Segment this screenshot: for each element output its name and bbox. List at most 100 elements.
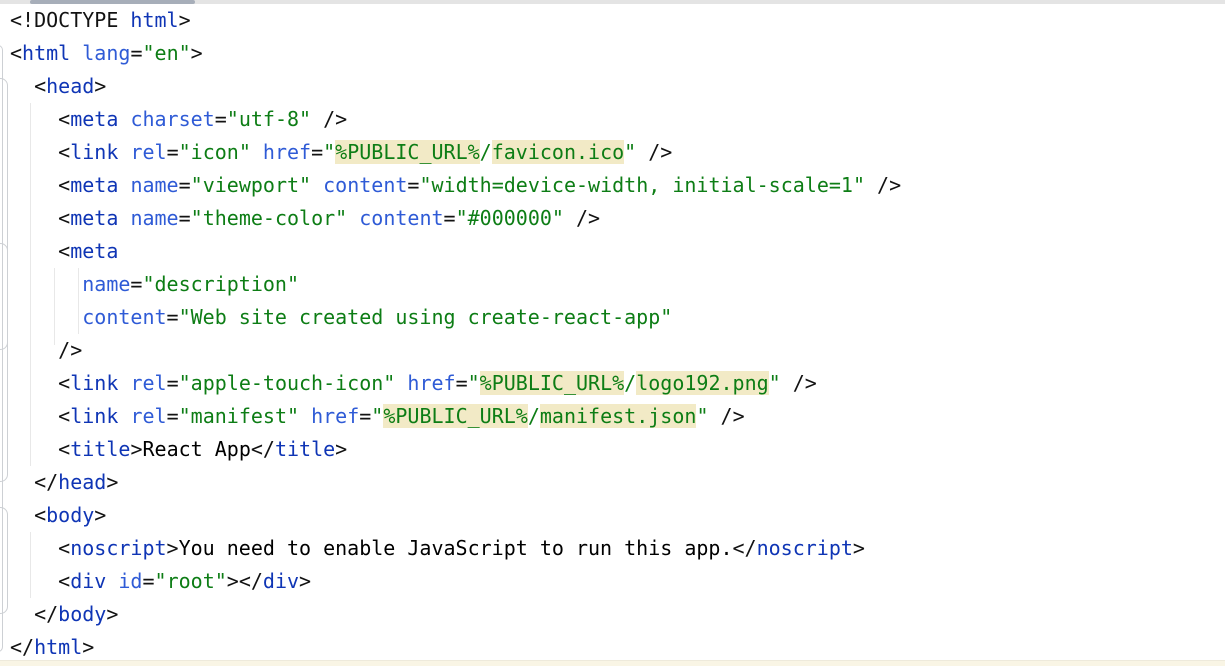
code-line-4[interactable]: <meta charset="utf-8" /> <box>0 103 1225 136</box>
code-token <box>118 140 130 164</box>
code-token <box>118 107 130 131</box>
code-token: = <box>142 569 154 593</box>
code-token <box>106 569 118 593</box>
code-token: ></ <box>227 569 263 593</box>
code-line-10[interactable]: content="Web site created using create-r… <box>0 301 1225 334</box>
code-token: content <box>323 173 407 197</box>
code-token <box>70 41 82 65</box>
code-token: "apple-touch-icon" <box>179 371 396 395</box>
code-token: title <box>70 437 130 461</box>
code-token: > <box>179 8 191 32</box>
code-token: </ <box>732 536 756 560</box>
code-token: < <box>10 206 70 230</box>
code-token: body <box>58 602 106 626</box>
code-line-11[interactable]: /> <box>0 334 1225 367</box>
code-line-8[interactable]: <meta <box>0 235 1225 268</box>
code-token: link <box>70 404 118 428</box>
code-token: = <box>130 272 142 296</box>
code-line-17[interactable]: <noscript>You need to enable JavaScript … <box>0 532 1225 565</box>
code-token: / <box>624 371 636 395</box>
code-line-16[interactable]: <body> <box>0 499 1225 532</box>
code-token: > <box>94 503 106 527</box>
code-token: "root" <box>155 569 227 593</box>
code-token: = <box>456 371 468 395</box>
fold-region-marker-body[interactable] <box>0 507 8 614</box>
code-token <box>10 305 82 329</box>
code-token: rel <box>130 404 166 428</box>
code-token: meta <box>70 239 118 263</box>
code-token: "manifest" <box>179 404 299 428</box>
code-token: href <box>407 371 455 395</box>
indent-guide <box>78 268 79 334</box>
code-line-7[interactable]: <meta name="theme-color" content="#00000… <box>0 202 1225 235</box>
code-token: html <box>34 635 82 659</box>
code-token <box>395 371 407 395</box>
code-line-14[interactable]: <title>React App</title> <box>0 433 1225 466</box>
code-token <box>347 206 359 230</box>
horizontal-scrollbar-thumb[interactable] <box>30 0 195 4</box>
code-line-5[interactable]: <link rel="icon" href="%PUBLIC_URL%/favi… <box>0 136 1225 169</box>
code-token: = <box>359 404 371 428</box>
code-token: /> <box>564 206 600 230</box>
code-token: = <box>215 107 227 131</box>
code-line-18[interactable]: <div id="root"></div> <box>0 565 1225 598</box>
code-token: React App <box>142 437 250 461</box>
code-token: body <box>46 503 94 527</box>
bottom-panel-edge <box>0 660 1225 666</box>
code-line-2[interactable]: <html lang="en"> <box>0 37 1225 70</box>
code-token: name <box>130 206 178 230</box>
code-token: rel <box>130 371 166 395</box>
template-placeholder-highlight: manifest.json <box>540 404 697 428</box>
code-token: meta <box>70 107 118 131</box>
code-line-9[interactable]: name="description" <box>0 268 1225 301</box>
code-token: name <box>130 173 178 197</box>
code-token: > <box>82 635 94 659</box>
code-token: /> <box>636 140 672 164</box>
code-token: " <box>371 404 383 428</box>
code-line-19[interactable]: </body> <box>0 598 1225 631</box>
code-token: " <box>696 404 708 428</box>
fold-region-marker-meta[interactable] <box>0 243 8 350</box>
code-token: </ <box>10 635 34 659</box>
code-token: < <box>10 437 70 461</box>
code-token: > <box>335 437 347 461</box>
code-token: You need to enable JavaScript to run thi… <box>179 536 733 560</box>
code-token: = <box>407 173 419 197</box>
code-token: < <box>10 140 70 164</box>
code-token: < <box>10 74 46 98</box>
template-placeholder-highlight: favicon.ico <box>492 140 624 164</box>
code-token: </ <box>10 470 58 494</box>
code-line-13[interactable]: <link rel="manifest" href="%PUBLIC_URL%/… <box>0 400 1225 433</box>
code-token: href <box>311 404 359 428</box>
code-token: = <box>311 140 323 164</box>
code-token: <!DOCTYPE <box>10 8 130 32</box>
code-token: < <box>10 569 70 593</box>
code-token: "en" <box>142 41 190 65</box>
code-token: meta <box>70 206 118 230</box>
code-token: < <box>10 239 70 263</box>
code-editor[interactable]: <!DOCTYPE html><html lang="en"> <head> <… <box>0 4 1225 664</box>
code-token: content <box>82 305 166 329</box>
code-token: name <box>82 272 130 296</box>
code-token: head <box>58 470 106 494</box>
code-token: " <box>769 371 781 395</box>
code-token: < <box>10 536 70 560</box>
code-token: div <box>70 569 106 593</box>
code-token: "width=device-width, initial-scale=1" <box>419 173 865 197</box>
code-token: id <box>118 569 142 593</box>
code-token: " <box>323 140 335 164</box>
code-token: = <box>167 404 179 428</box>
code-line-6[interactable]: <meta name="viewport" content="width=dev… <box>0 169 1225 202</box>
code-token: /> <box>311 107 347 131</box>
code-line-12[interactable]: <link rel="apple-touch-icon" href="%PUBL… <box>0 367 1225 400</box>
code-line-15[interactable]: </head> <box>0 466 1225 499</box>
code-token: = <box>444 206 456 230</box>
code-line-3[interactable]: <head> <box>0 70 1225 103</box>
code-lines: <!DOCTYPE html><html lang="en"> <head> <… <box>0 4 1225 664</box>
code-token: "utf-8" <box>227 107 311 131</box>
code-line-1[interactable]: <!DOCTYPE html> <box>0 4 1225 37</box>
code-token <box>251 140 263 164</box>
code-token: charset <box>130 107 214 131</box>
horizontal-scrollbar[interactable] <box>0 0 1225 4</box>
code-token: link <box>70 140 118 164</box>
